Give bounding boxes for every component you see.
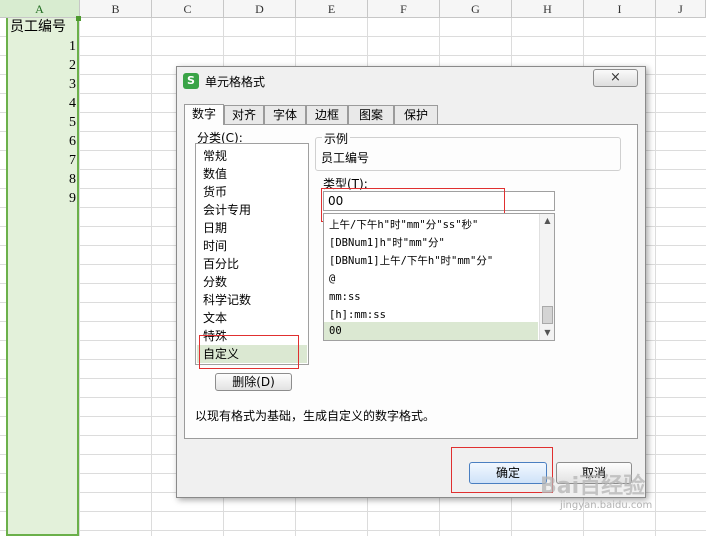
sample-value: 员工编号 [321,151,370,165]
cell-a4[interactable]: 3 [7,75,79,94]
tab-alignment[interactable]: 对齐 [224,105,264,125]
category-item[interactable]: 常规 [197,147,307,165]
close-button[interactable]: × [593,69,638,87]
type-item[interactable]: [DBNum1]上午/下午h"时"mm"分" [324,252,538,270]
column-header-b[interactable]: B [80,0,152,18]
cell-a1[interactable]: 员工编号 [7,18,79,37]
format-description: 以现有格式为基础，生成自定义的数字格式。 [195,409,436,423]
category-item[interactable]: 百分比 [197,255,307,273]
category-item[interactable]: 文本 [197,309,307,327]
cell-a7[interactable]: 6 [7,132,79,151]
cell-a6[interactable]: 5 [7,113,79,132]
type-item[interactable]: mm:ss [324,288,538,306]
wps-app-icon: S [183,73,199,89]
column-header-h[interactable]: H [512,0,584,18]
category-item[interactable]: 数值 [197,165,307,183]
cell-a9[interactable]: 8 [7,170,79,189]
format-cells-dialog: S 单元格格式 × 数字 对齐 字体 边框 图案 保护 分类(C): 常规 数值… [176,66,646,498]
type-item-selected[interactable]: 00 [324,322,538,340]
sample-legend: 示例 [322,130,351,147]
category-item[interactable]: 分数 [197,273,307,291]
column-header-g[interactable]: G [440,0,512,18]
cell-a2[interactable]: 1 [7,37,79,56]
tab-number[interactable]: 数字 [184,104,224,125]
scroll-up-icon[interactable]: ▲ [540,214,554,228]
category-item[interactable]: 时间 [197,237,307,255]
dialog-titlebar[interactable]: S 单元格格式 × [177,67,645,95]
scroll-down-icon[interactable]: ▼ [540,326,554,340]
column-header-f[interactable]: F [368,0,440,18]
baidu-watermark: Bai百经验 [540,474,646,499]
scroll-thumb[interactable] [542,306,553,324]
category-list[interactable]: 常规 数值 货币 会计专用 日期 时间 百分比 分数 科学记数 文本 特殊 自定… [195,143,309,365]
column-header-e[interactable]: E [296,0,368,18]
column-header-j[interactable]: J [656,0,706,18]
column-header-c[interactable]: C [152,0,224,18]
cell-a3[interactable]: 2 [7,56,79,75]
category-item[interactable]: 会计专用 [197,201,307,219]
tab-protection[interactable]: 保护 [394,105,438,125]
cell-a5[interactable]: 4 [7,94,79,113]
highlight-ok-button [451,447,553,493]
column-header-a[interactable]: A [0,0,80,18]
type-list-scrollbar[interactable]: ▲ ▼ [539,214,554,340]
dialog-title: 单元格格式 [205,75,266,89]
tab-pattern[interactable]: 图案 [348,105,394,125]
highlight-category [199,335,299,369]
column-header-d[interactable]: D [224,0,296,18]
baidu-watermark-url: jingyan.baidu.com [560,500,653,511]
type-item[interactable]: [DBNum1]h"时"mm"分" [324,234,538,252]
column-header-i[interactable]: I [584,0,656,18]
type-item[interactable]: @ [324,270,538,288]
type-item[interactable]: 上午/下午h"时"mm"分"ss"秒" [324,216,538,234]
tab-font[interactable]: 字体 [264,105,306,125]
delete-button[interactable]: 删除(D) [215,373,292,391]
type-list[interactable]: 上午/下午h"时"mm"分"ss"秒" [DBNum1]h"时"mm"分" [D… [323,213,555,341]
category-item[interactable]: 科学记数 [197,291,307,309]
cell-a10[interactable]: 9 [7,189,79,208]
category-item[interactable]: 货币 [197,183,307,201]
category-item[interactable]: 日期 [197,219,307,237]
tab-border[interactable]: 边框 [306,105,348,125]
cell-a8[interactable]: 7 [7,151,79,170]
